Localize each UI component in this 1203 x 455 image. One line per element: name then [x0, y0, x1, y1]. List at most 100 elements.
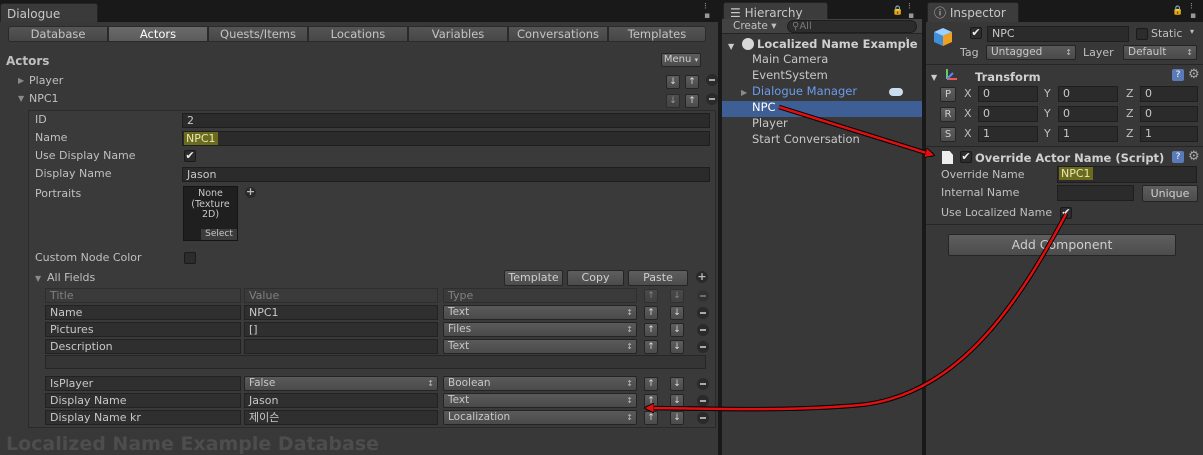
static-checkbox[interactable] — [1136, 28, 1148, 40]
unique-button[interactable]: Unique — [1142, 185, 1198, 202]
scene-name[interactable]: Localized Name Example — [757, 37, 918, 51]
transform-z-field[interactable]: 0 — [1140, 86, 1198, 102]
field-delete-icon[interactable] — [697, 341, 709, 353]
field-value-dropdown[interactable]: False — [244, 376, 438, 391]
description-expanded-area[interactable] — [45, 355, 706, 369]
dialogue-tab[interactable]: Dialogue — [0, 3, 98, 23]
actor-npc1[interactable]: NPC1 — [29, 92, 59, 105]
inspector-tab[interactable]: ⓘ Inspector — [927, 2, 1019, 22]
hierarchy-item-main-camera[interactable]: Main Camera — [752, 52, 828, 66]
field-value-cell[interactable]: [] — [244, 322, 438, 337]
field-move-down-icon[interactable]: ↓ — [670, 306, 684, 320]
internal-name-field[interactable] — [1057, 185, 1134, 201]
toolbar-tab-variables[interactable]: Variables — [408, 26, 508, 42]
menu-button[interactable]: Menu ▾ — [661, 53, 701, 67]
npc1-collapse-icon[interactable]: ▼ — [18, 94, 24, 103]
toolbar-tab-questsitems[interactable]: Quests/Items — [208, 26, 308, 42]
hierarchy-create-button[interactable]: Create ▾ — [733, 20, 777, 32]
transform-collapse-icon[interactable]: ▼ — [931, 73, 937, 82]
hierarchy-item-player[interactable]: Player — [752, 116, 788, 130]
add-component-button[interactable]: Add Component — [948, 234, 1176, 256]
scene-collapse-icon[interactable]: ▼ — [728, 42, 734, 51]
field-delete-icon[interactable] — [697, 307, 709, 319]
help-icon[interactable]: ? — [1172, 151, 1184, 163]
transform-s-button[interactable]: S — [940, 127, 956, 142]
field-type-dropdown[interactable]: Text — [443, 305, 637, 320]
hierarchy-item-dialogue-manager[interactable]: Dialogue Manager — [752, 84, 857, 98]
actor-player[interactable]: Player — [29, 74, 63, 87]
all-fields-collapse-icon[interactable]: ▼ — [35, 274, 41, 283]
field-move-up-icon[interactable]: ↑ — [644, 306, 658, 320]
field-title-cell[interactable]: Display Name kr — [45, 410, 241, 425]
paste-button[interactable]: Paste — [628, 270, 688, 286]
field-type-dropdown[interactable]: Files — [443, 322, 637, 337]
transform-x-field[interactable]: 0 — [978, 106, 1038, 122]
portrait-slot[interactable]: None (Texture 2D) Select — [183, 186, 238, 241]
transform-z-field[interactable]: 0 — [1140, 106, 1198, 122]
field-move-up-icon[interactable]: ↑ — [644, 340, 658, 354]
field-delete-icon[interactable] — [697, 378, 709, 390]
add-portrait-icon[interactable]: + — [245, 186, 256, 198]
dialogue-window-icons[interactable]: ⁝ ▪ — [704, 3, 710, 21]
static-dropdown-icon[interactable]: ▾ — [1190, 27, 1194, 36]
transform-r-button[interactable]: R — [940, 107, 956, 122]
field-move-up-icon[interactable]: ↑ — [644, 323, 658, 337]
inspector-menu-icon[interactable]: ⁝ ▪ — [1190, 3, 1196, 21]
hierarchy-lock-icon[interactable]: 🔒 — [892, 7, 903, 16]
portrait-select-button[interactable]: Select — [201, 229, 237, 240]
toolbar-tab-locations[interactable]: Locations — [308, 26, 408, 42]
field-move-down-icon[interactable]: ↓ — [670, 411, 684, 425]
transform-y-field[interactable]: 0 — [1058, 86, 1118, 102]
field-title-cell[interactable]: Pictures — [45, 322, 241, 337]
field-delete-icon[interactable] — [697, 412, 709, 424]
field-move-down-icon[interactable]: ↓ — [670, 377, 684, 391]
layer-dropdown[interactable]: Default — [1123, 45, 1197, 60]
player-move-up-icon[interactable]: ↑ — [685, 75, 699, 89]
toolbar-tab-actors[interactable]: Actors — [108, 26, 208, 42]
add-field-icon[interactable]: + — [696, 271, 708, 283]
field-move-up-icon[interactable]: ↑ — [644, 394, 658, 408]
name-field[interactable]: NPC1 — [182, 131, 710, 146]
object-name-field[interactable]: NPC — [987, 26, 1129, 42]
field-move-down-icon[interactable]: ↓ — [670, 394, 684, 408]
use-localized-name-checkbox[interactable]: ✔ — [1060, 207, 1072, 219]
field-title-cell[interactable]: IsPlayer — [45, 376, 241, 391]
override-name-field[interactable]: NPC1 — [1057, 166, 1197, 183]
inspector-lock-icon[interactable]: 🔒 — [1172, 7, 1183, 16]
hierarchy-item-npc[interactable]: NPC — [752, 100, 776, 114]
transform-x-field[interactable]: 0 — [978, 86, 1038, 102]
tag-dropdown[interactable]: Untagged — [986, 45, 1076, 60]
player-expand-icon[interactable]: ▶ — [18, 76, 24, 85]
transform-y-field[interactable]: 1 — [1058, 126, 1118, 142]
player-delete-icon[interactable] — [706, 74, 718, 86]
field-type-dropdown[interactable]: Localization — [443, 410, 637, 425]
custom-node-color-checkbox[interactable] — [184, 252, 196, 264]
field-move-up-icon[interactable]: ↑ — [644, 377, 658, 391]
field-type-dropdown[interactable]: Boolean — [443, 376, 637, 391]
field-value-cell[interactable]: Jason — [244, 393, 438, 408]
use-display-name-checkbox[interactable]: ✔ — [184, 150, 196, 162]
field-delete-icon[interactable] — [697, 395, 709, 407]
hierarchy-item-start-conversation[interactable]: Start Conversation — [752, 132, 860, 146]
player-move-down-icon[interactable]: ↓ — [666, 75, 680, 89]
field-value-cell[interactable] — [244, 339, 438, 354]
field-value-cell[interactable]: 제이슨 — [244, 410, 438, 425]
field-move-down-icon[interactable]: ↓ — [670, 340, 684, 354]
toolbar-tab-database[interactable]: Database — [8, 26, 108, 42]
component-enabled-checkbox[interactable]: ✔ — [960, 151, 972, 163]
field-move-up-icon[interactable]: ↑ — [644, 411, 658, 425]
settings-gear-icon[interactable]: ⚙ — [1188, 67, 1200, 82]
npc1-move-down-icon[interactable]: ↓ — [666, 94, 680, 108]
field-title-cell[interactable]: Description — [45, 339, 241, 354]
hierarchy-item-eventsystem[interactable]: EventSystem — [752, 68, 828, 82]
display-name-field[interactable]: Jason — [182, 167, 710, 182]
toolbar-tab-conversations[interactable]: Conversations — [508, 26, 608, 42]
active-checkbox[interactable]: ✔ — [970, 27, 982, 39]
hierarchy-search-input[interactable]: ⚲All — [787, 20, 917, 33]
scene-options-icon[interactable]: ⁝ — [905, 37, 908, 47]
field-value-cell[interactable]: NPC1 — [244, 305, 438, 320]
field-title-cell[interactable]: Display Name — [45, 393, 241, 408]
transform-y-field[interactable]: 0 — [1058, 106, 1118, 122]
npc1-delete-icon[interactable] — [706, 93, 718, 105]
field-move-down-icon[interactable]: ↓ — [670, 323, 684, 337]
